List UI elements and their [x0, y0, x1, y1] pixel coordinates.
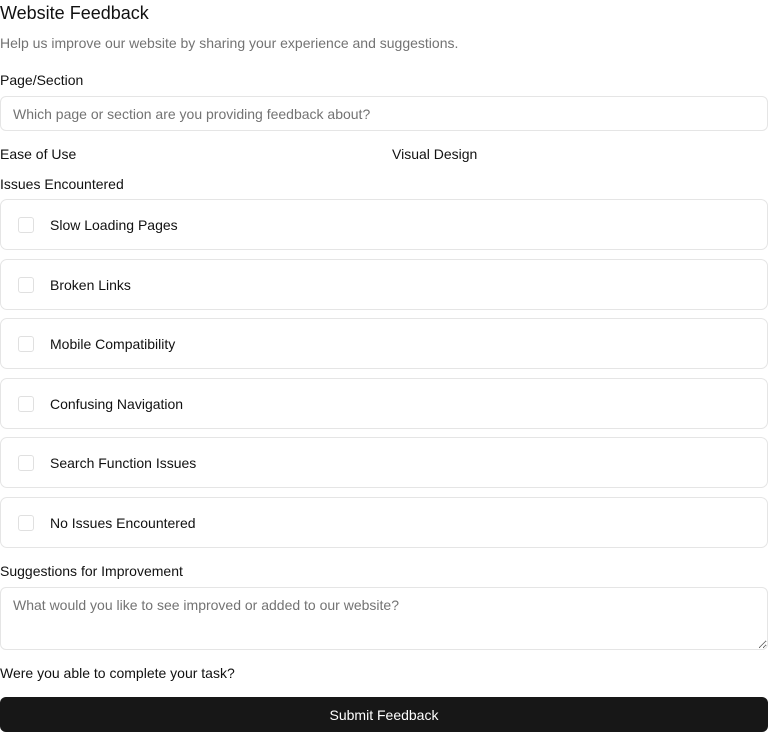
issue-option-label: Broken Links: [50, 276, 131, 293]
checkbox[interactable]: [18, 514, 34, 531]
issue-option-label: No Issues Encountered: [50, 514, 196, 531]
checkbox[interactable]: [18, 216, 34, 233]
issue-option-label: Search Function Issues: [50, 454, 197, 471]
checkbox[interactable]: [18, 276, 34, 293]
issue-option-mobile-compatibility[interactable]: Mobile Compatibility: [0, 318, 768, 369]
checkbox[interactable]: [18, 335, 34, 352]
suggestions-label: Suggestions for Improvement: [0, 563, 183, 579]
task-completion-question: Were you able to complete your task?: [0, 665, 235, 681]
issue-option-slow-loading[interactable]: Slow Loading Pages: [0, 199, 768, 250]
checkbox[interactable]: [18, 454, 34, 471]
page-title: Website Feedback: [0, 3, 149, 23]
checkbox[interactable]: [18, 395, 34, 412]
ease-of-use-label: Ease of Use: [0, 146, 77, 162]
suggestions-textarea[interactable]: [0, 587, 768, 650]
submit-feedback-button[interactable]: Submit Feedback: [0, 697, 768, 732]
issue-option-search-function[interactable]: Search Function Issues: [0, 437, 768, 488]
issue-option-label: Confusing Navigation: [50, 395, 184, 412]
issue-option-no-issues[interactable]: No Issues Encountered: [0, 497, 768, 548]
issue-option-label: Mobile Compatibility: [50, 335, 176, 352]
issue-option-broken-links[interactable]: Broken Links: [0, 259, 768, 310]
issues-label: Issues Encountered: [0, 176, 124, 192]
page-section-input[interactable]: [0, 96, 768, 131]
page-section-label: Page/Section: [0, 72, 84, 88]
page-subtitle: Help us improve our website by sharing y…: [0, 35, 459, 51]
issue-option-confusing-navigation[interactable]: Confusing Navigation: [0, 378, 768, 429]
issue-option-label: Slow Loading Pages: [50, 216, 178, 233]
visual-design-label: Visual Design: [392, 146, 478, 162]
